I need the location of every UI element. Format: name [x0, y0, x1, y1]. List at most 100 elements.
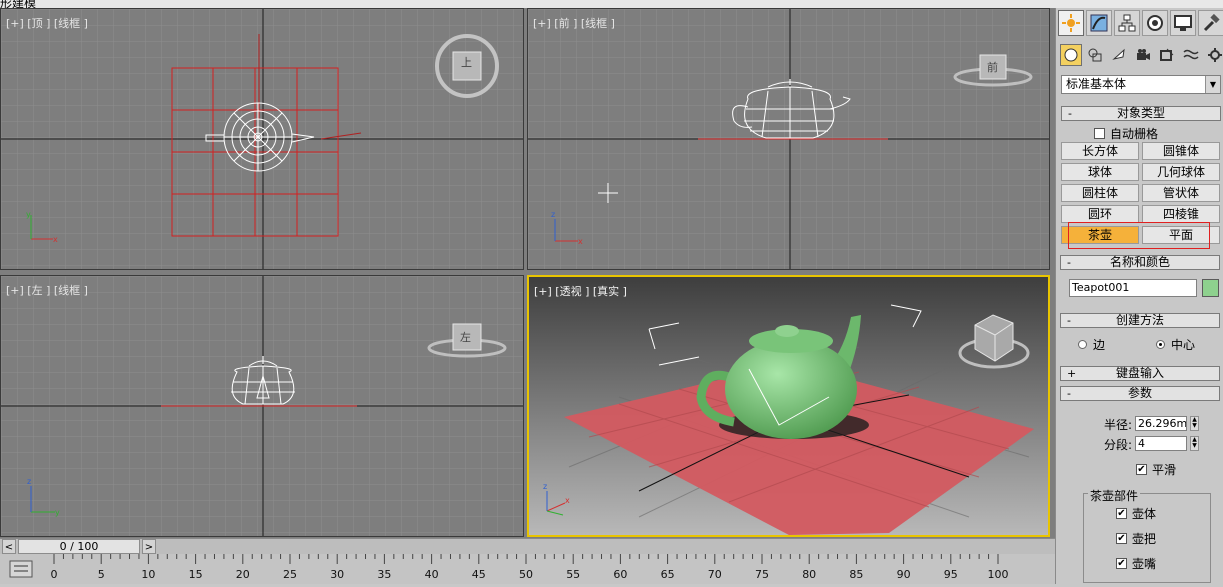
radius-input[interactable]: 26.296mm [1135, 416, 1187, 431]
viewport-perspective[interactable]: x z [+] [透视 ] [真实 ] [527, 275, 1050, 537]
ruler-tick-label: 25 [283, 568, 297, 581]
collapse-minus-icon: - [1067, 256, 1071, 269]
command-panel-tabs [1058, 10, 1223, 38]
dropdown-value: 标准基本体 [1066, 77, 1127, 91]
cone-button[interactable]: 圆锥体 [1142, 142, 1220, 160]
collapse-minus-icon: - [1067, 314, 1071, 327]
geometry-category-dropdown[interactable]: 标准基本体 ▼ [1061, 75, 1221, 94]
time-slider-thumb[interactable]: 0 / 100 [18, 539, 140, 554]
segments-spinner[interactable]: ▲ ▼ [1190, 436, 1199, 451]
pyramid-button[interactable]: 四棱锥 [1142, 205, 1220, 223]
viewport-area: x y [+] [顶 ] [线框 ] 上 x z [+] [前] [线框] … [0, 8, 1055, 538]
radius-spinner[interactable]: ▲ ▼ [1190, 416, 1199, 431]
name-color-rollout[interactable]: - 名称和颜色 [1060, 255, 1220, 270]
viewport-perspective-label[interactable]: [+] [透视 ] [真实 ] [534, 283, 627, 299]
name-color-title: 名称和颜色 [1109, 255, 1170, 269]
sphere-icon [1064, 48, 1078, 62]
lights-subtab[interactable] [1108, 44, 1130, 66]
parameters-rollout[interactable]: - 参数 [1060, 386, 1220, 401]
center-radio[interactable]: 中心 [1156, 336, 1195, 353]
ruler-tick-label: 5 [97, 568, 105, 581]
smooth-label: 平滑 [1152, 463, 1177, 477]
ruler-tick-label: 75 [755, 568, 769, 581]
time-prev-button[interactable]: < [2, 539, 16, 554]
hierarchy-tab[interactable] [1114, 10, 1140, 36]
segments-label: 分段: [1103, 438, 1132, 452]
motion-tab[interactable] [1142, 10, 1168, 36]
viewport-front-label[interactable]: [+] [前 ] [线框 ] [533, 15, 615, 31]
dropdown-arrow-icon[interactable]: ▼ [1205, 76, 1220, 93]
svg-text:z: z [27, 477, 31, 486]
time-next-button[interactable]: > [142, 539, 156, 554]
viewport-top-label[interactable]: [+] [顶 ] [线框 ] [6, 15, 88, 31]
utilities-tab[interactable] [1198, 10, 1223, 36]
keyboard-entry-rollout[interactable]: + 键盘输入 [1060, 366, 1220, 381]
svg-text:y: y [55, 508, 60, 517]
torus-button[interactable]: 圆环 [1061, 205, 1139, 223]
ruler-tick-label: 90 [896, 568, 911, 581]
light-icon [1112, 48, 1125, 60]
svg-text:y: y [26, 210, 31, 219]
systems-subtab[interactable] [1204, 44, 1223, 66]
ruler-tick-label: 35 [377, 568, 392, 581]
shapes-icon [1088, 48, 1102, 62]
edge-radio-circle[interactable] [1078, 340, 1087, 349]
trackbar[interactable]: 0 5 10 15 20 25 30 35 40 45 50 55 60 65 70 75 80 85 90 95 10… [0, 554, 1055, 584]
window-title: 形建模 [0, 0, 37, 8]
geometry-subtab[interactable] [1060, 44, 1082, 66]
shapes-subtab[interactable] [1084, 44, 1106, 66]
viewport-top-canvas: x y [1, 9, 523, 269]
create-subcategories [1060, 44, 1223, 68]
segments-input[interactable]: 4 [1135, 436, 1187, 451]
frame-ruler[interactable]: 0 5 10 15 20 25 30 35 40 45 50 55 60 65 70 75 80 85 90 95 10… [50, 554, 1055, 584]
viewcube-left-face: 左 [460, 331, 471, 344]
smooth-check-box[interactable]: ✔ [1136, 464, 1147, 475]
spout-label: 壶嘴 [1132, 557, 1157, 571]
helpers-subtab[interactable] [1156, 44, 1178, 66]
wave-icon [1183, 49, 1199, 60]
spacewarps-subtab[interactable] [1180, 44, 1202, 66]
handle-label: 壶把 [1132, 532, 1157, 546]
cylinder-button[interactable]: 圆柱体 [1061, 184, 1139, 202]
body-checkbox[interactable]: ✔ 壶体 [1116, 505, 1156, 522]
radius-label: 半径: [1103, 418, 1132, 432]
svg-text:z: z [543, 482, 547, 491]
autogrid-check-box[interactable] [1094, 128, 1105, 139]
ruler-tick-label: 60 [613, 568, 628, 581]
object-color-swatch[interactable] [1202, 279, 1219, 297]
autogrid-checkbox[interactable]: 自动栅格 [1094, 125, 1158, 142]
modify-tab[interactable] [1086, 10, 1112, 36]
spout-checkbox[interactable]: ✔ 壶嘴 [1116, 555, 1156, 572]
ruler-tick-label: 100 [987, 568, 1009, 581]
curve-editor-icon[interactable] [6, 558, 36, 580]
sun-star-icon [1062, 14, 1080, 32]
creation-method-rollout[interactable]: - 创建方法 [1060, 313, 1220, 328]
viewport-left-canvas: y z [1, 276, 523, 536]
viewport-top[interactable]: x y [+] [顶 ] [线框 ] 上 [0, 8, 524, 270]
body-check-box[interactable]: ✔ [1116, 508, 1127, 519]
box-button[interactable]: 长方体 [1061, 142, 1139, 160]
spout-check-box[interactable]: ✔ [1116, 558, 1127, 569]
viewport-left[interactable]: y z [+] [左 ] [线框 ] 左 [0, 275, 524, 537]
collapse-minus-icon: - [1068, 107, 1072, 120]
cameras-subtab[interactable] [1132, 44, 1154, 66]
svg-text:x: x [578, 237, 583, 246]
display-tab[interactable] [1170, 10, 1196, 36]
sphere-button[interactable]: 球体 [1061, 163, 1139, 181]
handle-checkbox[interactable]: ✔ 壶把 [1116, 530, 1156, 547]
edge-radio[interactable]: 边 [1078, 336, 1105, 353]
object-type-rollout[interactable]: - 对象类型 [1061, 106, 1221, 121]
center-radio-label: 中心 [1171, 338, 1196, 352]
viewport-left-label[interactable]: [+] [左 ] [线框 ] [6, 282, 88, 298]
tube-button[interactable]: 管状体 [1142, 184, 1220, 202]
object-name-input[interactable]: Teapot001 [1069, 279, 1197, 297]
create-tab[interactable] [1058, 10, 1084, 36]
ruler-tick-label: 70 [707, 568, 722, 581]
smooth-checkbox[interactable]: ✔ 平滑 [1136, 461, 1176, 478]
handle-check-box[interactable]: ✔ [1116, 533, 1127, 544]
center-radio-circle[interactable] [1156, 340, 1165, 349]
highlight-annotation-box [1068, 222, 1210, 249]
viewport-front[interactable]: x z [+] [前 ] [线框 ] 前 [527, 8, 1050, 270]
geosphere-button[interactable]: 几何球体 [1142, 163, 1220, 181]
motion-disc-icon [1147, 15, 1163, 31]
